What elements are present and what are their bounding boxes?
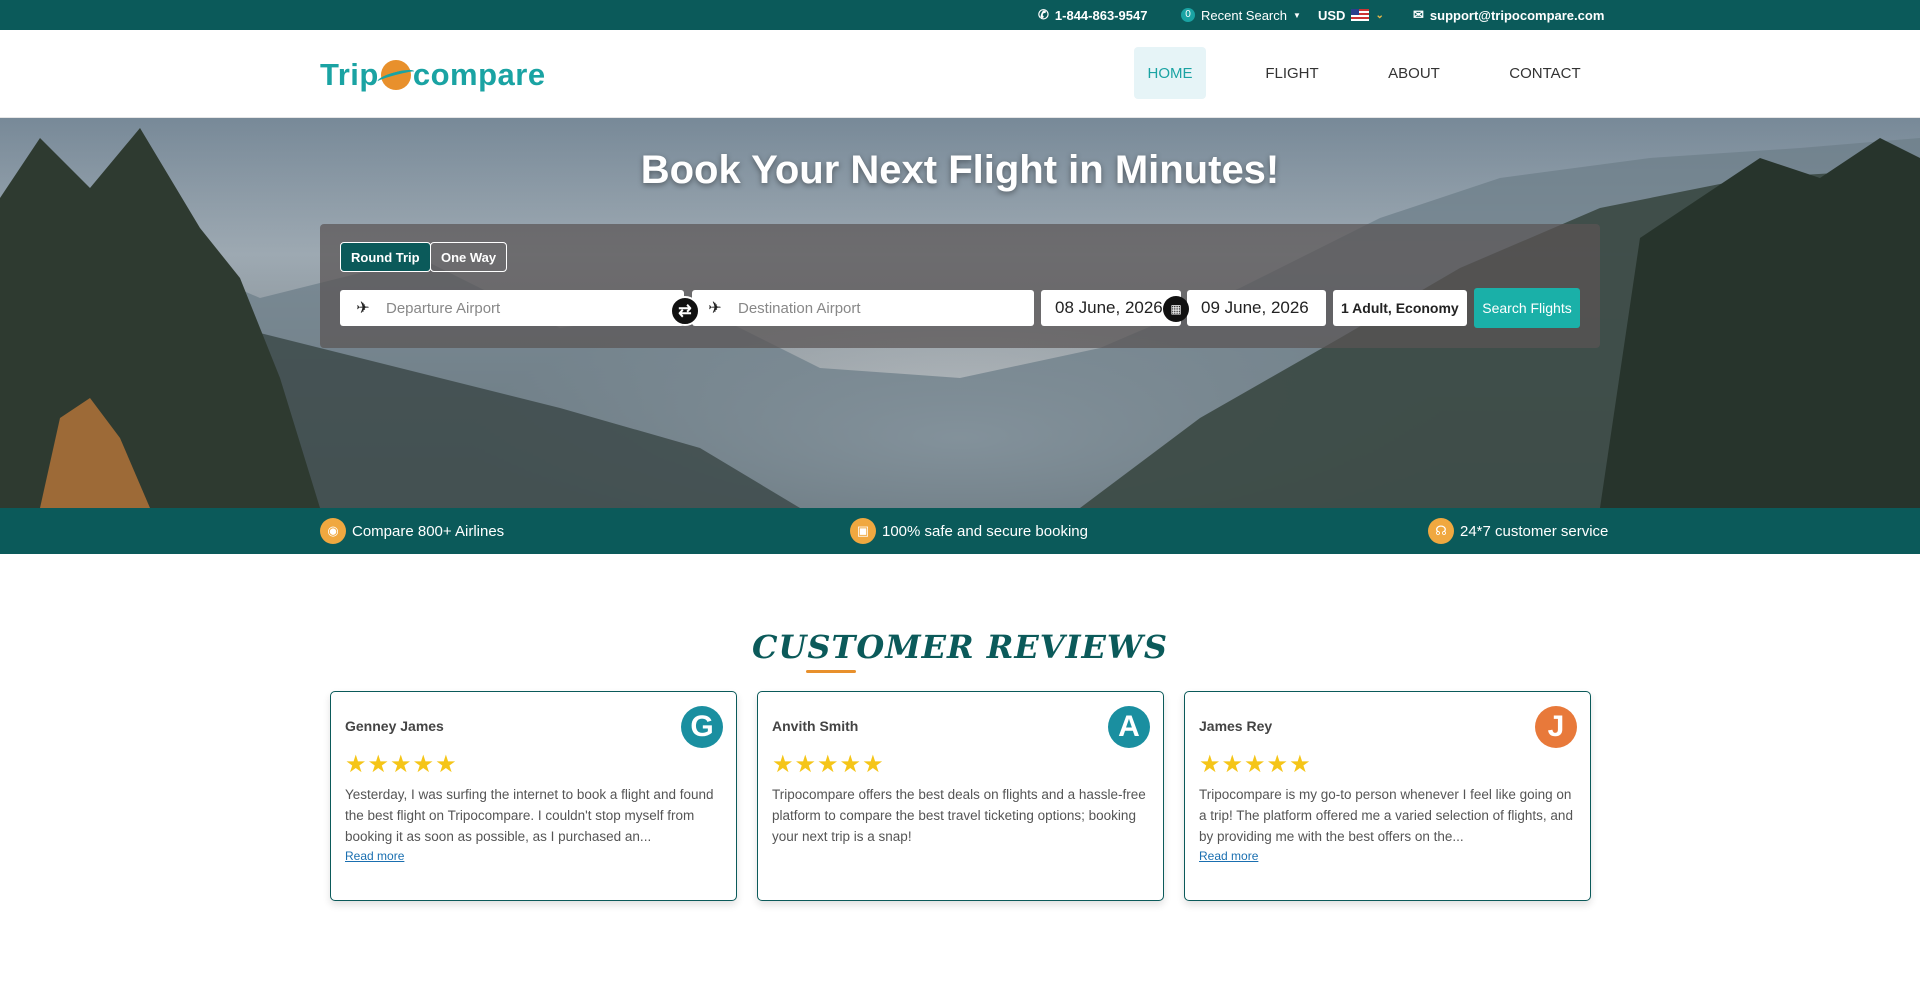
- nav-home[interactable]: HOME: [1134, 47, 1206, 99]
- heading-underline: [806, 670, 856, 673]
- nav-contact[interactable]: CONTACT: [1500, 47, 1590, 99]
- return-date-field[interactable]: 09 June, 2026: [1187, 290, 1326, 326]
- nav-flight[interactable]: FLIGHT: [1256, 47, 1328, 99]
- destination-placeholder: Destination Airport: [738, 299, 861, 317]
- top-bar: ✆ 1-844-863-9547 0 Recent Search ▼ USD ⌄…: [0, 0, 1920, 30]
- globe-icon: ◉: [320, 518, 346, 544]
- star-rating: ★★★★★: [1199, 751, 1312, 778]
- logo[interactable]: Trip compare: [320, 50, 546, 100]
- recent-search-label: Recent Search: [1201, 7, 1287, 23]
- one-way-button[interactable]: One Way: [430, 242, 508, 272]
- star-rating: ★★★★★: [345, 751, 458, 778]
- nav-about[interactable]: ABOUT: [1378, 47, 1450, 99]
- passengers-class-field[interactable]: 1 Adult, Economy: [1333, 290, 1467, 326]
- envelope-icon: ✉: [1413, 7, 1424, 22]
- feature-support-label: 24*7 customer service: [1460, 522, 1609, 540]
- swap-airports-icon[interactable]: ⇄: [670, 296, 700, 326]
- reviewer-name: Genney James: [345, 718, 444, 734]
- feature-airlines: ◉ Compare 800+ Airlines: [320, 508, 504, 554]
- feature-secure: ▣ 100% safe and secure booking: [850, 508, 1088, 554]
- plane-arrival-icon: ✈: [708, 300, 722, 317]
- feature-support: ☊ 24*7 customer service: [1428, 508, 1608, 554]
- phone-number: 1-844-863-9547: [1054, 7, 1148, 23]
- currency-selector[interactable]: USD ⌄: [1318, 0, 1384, 30]
- lock-icon: ▣: [850, 518, 876, 544]
- departure-placeholder: Departure Airport: [386, 299, 501, 317]
- site-header: Trip compare HOME FLIGHT ABOUT CONTACT: [0, 30, 1920, 118]
- recent-search-dropdown[interactable]: 0 Recent Search ▼: [1181, 0, 1301, 30]
- headset-icon: ☊: [1428, 518, 1454, 544]
- hero-title: Book Your Next Flight in Minutes!: [640, 148, 1280, 192]
- review-card: Anvith Smith A ★★★★★ Tripocompare offers…: [757, 691, 1164, 901]
- review-text: Yesterday, I was surfing the internet to…: [345, 787, 714, 844]
- reviewer-name: James Rey: [1199, 718, 1273, 734]
- features-strip: ◉ Compare 800+ Airlines ▣ 100% safe and …: [0, 508, 1920, 554]
- globe-logo-icon: [380, 60, 411, 90]
- departure-airport-field[interactable]: ✈ Departure Airport: [340, 290, 684, 326]
- reviews-heading: CUSTOMER REVIEWS: [752, 628, 1168, 666]
- feature-secure-label: 100% safe and secure booking: [882, 522, 1088, 540]
- hero-banner: Book Your Next Flight in Minutes! Round …: [0, 118, 1920, 508]
- logo-text-left: Trip: [320, 57, 379, 92]
- logo-text-right: compare: [412, 57, 546, 92]
- star-rating: ★★★★★: [772, 751, 885, 778]
- review-text: Tripocompare offers the best deals on fl…: [772, 787, 1146, 844]
- us-flag-icon: [1351, 9, 1370, 21]
- review-card: Genney James G ★★★★★ Yesterday, I was su…: [330, 691, 737, 901]
- review-card: James Rey J ★★★★★ Tripocompare is my go-…: [1184, 691, 1591, 901]
- reviewer-name: Anvith Smith: [772, 718, 859, 734]
- read-more-link[interactable]: Read more: [345, 849, 404, 863]
- round-trip-button[interactable]: Round Trip: [340, 242, 431, 272]
- calendar-icon[interactable]: ▦: [1163, 296, 1189, 322]
- recent-search-count: 0: [1181, 8, 1195, 22]
- caret-down-icon: ▼: [1293, 10, 1301, 20]
- feature-airlines-label: Compare 800+ Airlines: [352, 522, 505, 540]
- destination-airport-field[interactable]: ✈ Destination Airport: [692, 290, 1034, 326]
- phone-icon: ✆: [1038, 7, 1049, 22]
- chevron-down-icon: ⌄: [1375, 9, 1384, 21]
- currency-label: USD: [1318, 7, 1346, 23]
- plane-departure-icon: ✈: [356, 300, 370, 317]
- avatar: J: [1535, 706, 1577, 748]
- depart-date-field[interactable]: 08 June, 2026: [1041, 290, 1181, 326]
- phone-link[interactable]: ✆ 1-844-863-9547: [1038, 0, 1147, 30]
- avatar: A: [1108, 706, 1150, 748]
- search-flights-button[interactable]: Search Flights: [1474, 288, 1580, 328]
- avatar: G: [681, 706, 723, 748]
- read-more-link[interactable]: Read more: [1199, 849, 1258, 863]
- flight-search-form: Round Trip One Way ✈ Departure Airport ⇄…: [320, 224, 1600, 348]
- review-text: Tripocompare is my go-to person whenever…: [1199, 787, 1573, 844]
- email-address: support@tripocompare.com: [1429, 7, 1605, 23]
- email-link[interactable]: ✉ support@tripocompare.com: [1413, 0, 1604, 30]
